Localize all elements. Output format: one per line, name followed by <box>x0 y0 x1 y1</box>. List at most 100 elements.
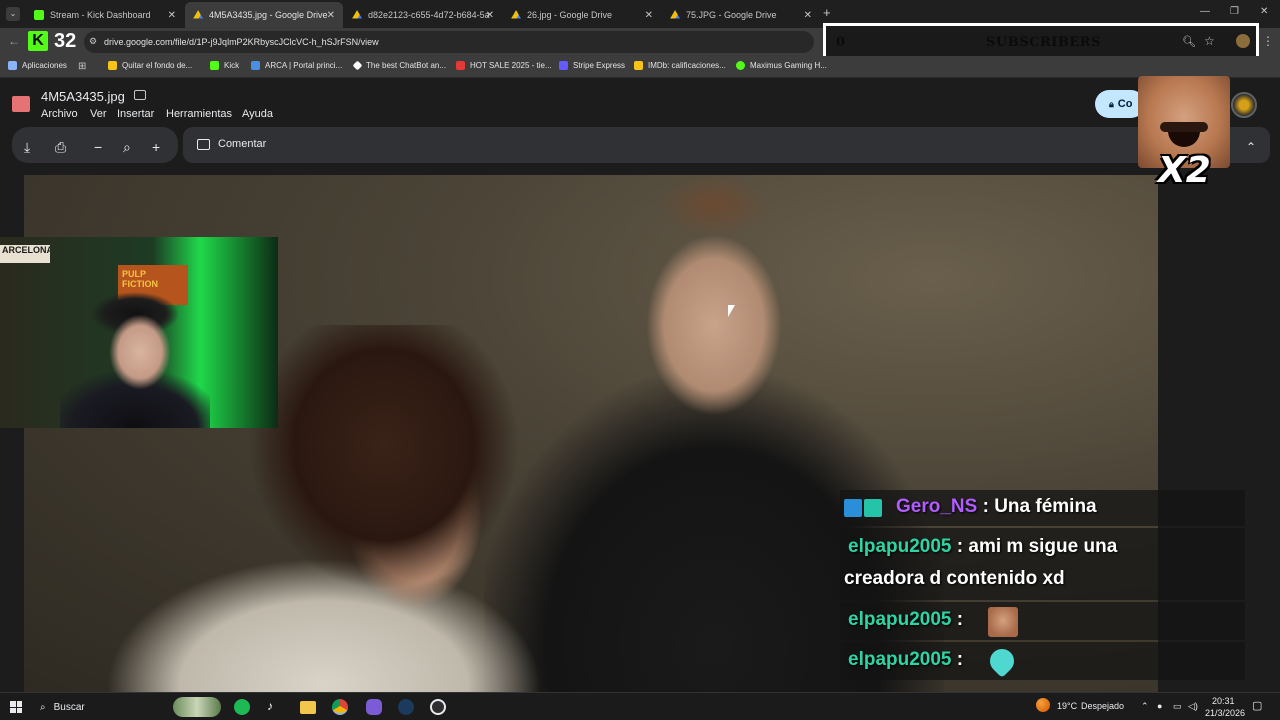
close-tab-icon[interactable]: ✕ <box>327 10 335 21</box>
weather-desc[interactable]: Despejado <box>1081 701 1124 711</box>
notifications-icon[interactable]: ▢ <box>1252 699 1262 712</box>
close-tab-icon[interactable]: ✕ <box>486 10 494 21</box>
back-arrow-icon[interactable]: ← <box>8 34 20 48</box>
badge-icon <box>844 499 862 517</box>
bookmark-label: IMDb: calificaciones... <box>648 61 726 70</box>
laughing-emote <box>988 607 1018 637</box>
tab-drive-active[interactable]: 4M5A3435.jpg - Google Drive ✕ <box>185 2 343 28</box>
maximus-icon <box>736 61 745 70</box>
bookmark-hot-sale[interactable]: HOT SALE 2025 - tie... <box>456 61 552 70</box>
weather-temp[interactable]: 19°C <box>1057 701 1077 711</box>
chat-message: elpapu2005 : <box>840 602 1245 640</box>
site-info-icon[interactable]: ⚙ <box>89 36 97 47</box>
bookmark-chatbot[interactable]: The best ChatBot an... <box>352 60 447 71</box>
close-tab-icon[interactable]: ✕ <box>168 10 176 21</box>
tab-drive-2[interactable]: d82e2123-c655-4d72-b684-5a ✕ <box>344 2 502 28</box>
bookmark-imdb[interactable]: IMDb: calificaciones... <box>634 61 726 70</box>
mouse-cursor-icon <box>728 305 735 317</box>
image-file-icon <box>12 96 30 112</box>
menu-dots-icon[interactable]: ⋮ <box>1262 34 1274 48</box>
menu-archivo[interactable]: Archivo <box>41 108 78 120</box>
tab-label: Stream - Kick Dashboard <box>50 10 151 20</box>
menu-ayuda[interactable]: Ayuda <box>242 108 273 120</box>
widgets-icon[interactable] <box>173 697 221 717</box>
emote-mustache <box>1160 122 1208 132</box>
steam-icon[interactable] <box>398 699 414 715</box>
tab-label: d82e2123-c655-4d72-b684-5a <box>368 10 490 20</box>
clock-time[interactable]: 20:31 <box>1212 696 1235 706</box>
tab-drive-4[interactable]: 75.JPG - Google Drive ✕ <box>662 2 820 28</box>
bookmark-star-icon[interactable]: ☆ <box>1204 34 1215 48</box>
obs-icon[interactable] <box>430 699 446 715</box>
chatbot-icon <box>352 60 363 71</box>
collapse-chevron-icon[interactable]: ⌃ <box>1236 132 1266 162</box>
imdb-icon <box>634 61 643 70</box>
windows-start-icon[interactable] <box>10 701 22 713</box>
close-tab-icon[interactable]: ✕ <box>804 10 812 21</box>
windows-taskbar: ⌕ Buscar ♪ 19°C Despejado ⌃ ● ▭ ◁) 20:31… <box>0 692 1280 720</box>
discord-icon[interactable] <box>366 699 382 715</box>
tab-kick-dashboard[interactable]: Stream - Kick Dashboard ✕ <box>26 2 184 28</box>
bookmark-apps[interactable]: Aplicaciones <box>8 61 67 70</box>
google-drive-icon <box>193 10 203 19</box>
bookmark-label: HOT SALE 2025 - tie... <box>470 61 552 70</box>
comment-button[interactable]: Comentar <box>197 138 266 150</box>
search-label: Buscar <box>53 701 85 713</box>
file-explorer-icon[interactable] <box>300 701 316 714</box>
chat-username[interactable]: elpapu2005 <box>848 609 952 630</box>
lock-icon: 🔒︎ <box>1109 98 1114 109</box>
chrome-icon[interactable] <box>332 699 348 715</box>
guns-n-roses-avatar[interactable] <box>1231 92 1257 118</box>
close-tab-icon[interactable]: ✕ <box>645 10 653 21</box>
network-icon[interactable]: ▭ <box>1173 701 1182 712</box>
menu-insertar[interactable]: Insertar <box>117 108 154 120</box>
subscribers-label: SUBSCRIBERS <box>986 35 1101 50</box>
menu-herramientas[interactable]: Herramientas <box>166 108 232 120</box>
address-bar[interactable]: ⚙ drive.google.com/file/d/1P-j9JqlmP2KRb… <box>84 31 814 53</box>
apps-launcher-icon[interactable]: ⊞ <box>78 61 86 72</box>
menu-ver[interactable]: Ver <box>90 108 107 120</box>
chat-line: Gero_NS : Una fémina <box>896 496 1097 518</box>
bookmark-maximus[interactable]: Maximus Gaming H... <box>736 61 827 70</box>
profile-avatar[interactable] <box>1236 34 1250 48</box>
download-icon[interactable]: ⤓ <box>24 139 30 156</box>
zoom-out-icon[interactable]: − <box>94 139 102 155</box>
tab-drive-3[interactable]: 26.jpg - Google Drive ✕ <box>503 2 661 28</box>
kick-follower-count: 32 <box>54 29 77 52</box>
zoom-icon[interactable]: ⌕ <box>123 139 131 156</box>
comment-label: Comentar <box>218 138 267 150</box>
zoom-in-icon[interactable]: + <box>152 139 160 155</box>
clock-date[interactable]: 21/3/2026 <box>1205 708 1245 718</box>
bookmark-stripe[interactable]: Stripe Express <box>559 61 625 70</box>
tab-search-button[interactable]: ⌄ <box>6 7 20 21</box>
emote-multiplier: x2 <box>1158 150 1211 191</box>
spotify-icon[interactable] <box>234 699 250 715</box>
new-tab-button[interactable]: + <box>823 5 831 20</box>
bookmark-kick[interactable]: Kick <box>210 61 239 70</box>
bookmark-arca[interactable]: ARCA | Portal princi... <box>251 61 342 70</box>
restore-icon[interactable]: ❐ <box>1230 6 1239 17</box>
tiktok-icon[interactable]: ♪ <box>267 699 281 715</box>
volume-icon[interactable]: ◁) <box>1188 701 1198 712</box>
chat-username[interactable]: elpapu2005 <box>848 536 952 557</box>
bookmark-label: The best ChatBot an... <box>366 61 447 70</box>
bookmark-remove-bg[interactable]: Quitar el fondo de... <box>108 61 192 70</box>
tray-chevron-icon[interactable]: ⌃ <box>1141 701 1149 712</box>
url-text: drive.google.com/file/d/1P-j9JqlmP2KRbys… <box>104 37 379 47</box>
zoom-icon[interactable]: 🔍︎ <box>1182 35 1196 48</box>
print-icon[interactable]: ⎙ <box>55 139 66 156</box>
chat-text: : Una fémina <box>982 496 1097 517</box>
minimize-icon[interactable]: — <box>1200 6 1210 17</box>
move-folder-icon[interactable] <box>134 90 146 100</box>
chat-username[interactable]: Gero_NS <box>896 496 977 517</box>
microphone-icon[interactable]: ● <box>1157 701 1162 711</box>
streamer-figure <box>60 292 210 428</box>
chat-username[interactable]: elpapu2005 <box>848 649 952 670</box>
remove-bg-icon <box>108 61 117 70</box>
google-drive-icon <box>352 10 362 19</box>
emote-mouth <box>1168 131 1200 147</box>
taskbar-search[interactable]: ⌕ Buscar <box>34 696 162 718</box>
kick-icon <box>210 61 219 70</box>
close-window-icon[interactable]: ✕ <box>1260 6 1268 17</box>
bookmark-label: Stripe Express <box>573 61 626 70</box>
